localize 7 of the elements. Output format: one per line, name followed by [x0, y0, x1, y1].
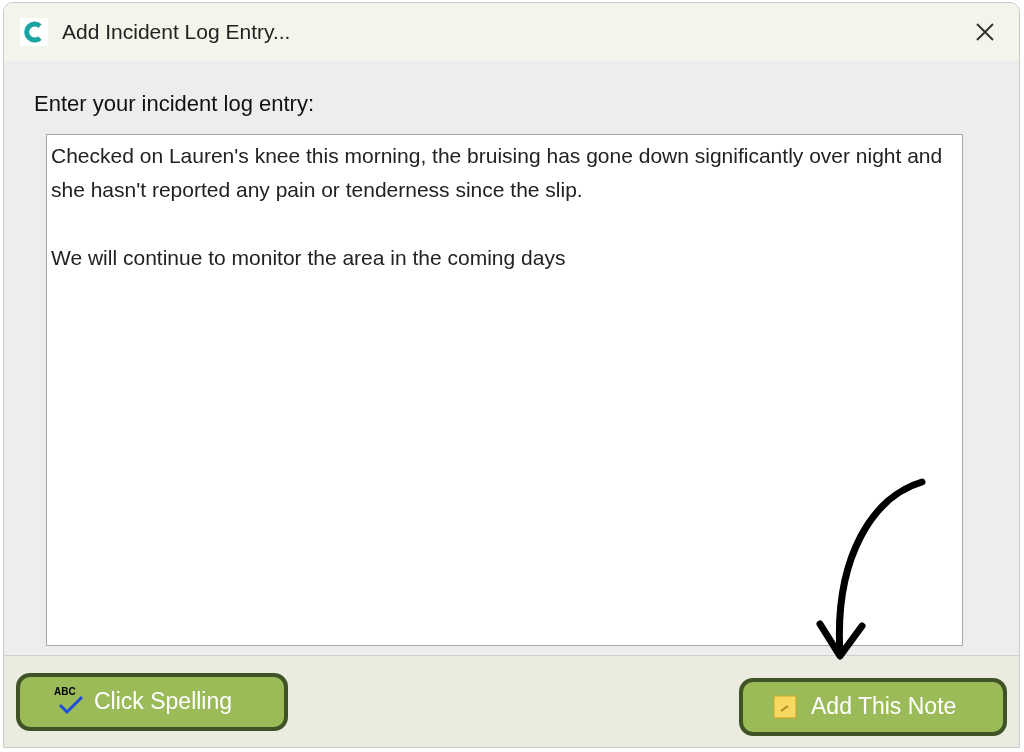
close-icon: [975, 22, 995, 42]
prompt-label: Enter your incident log entry:: [34, 91, 315, 116]
spelling-button[interactable]: ABC Click Spelling: [16, 672, 288, 731]
window-title: Add Incident Log Entry...: [62, 19, 291, 46]
sticky-note-icon: [773, 694, 797, 719]
entry-text-area[interactable]: Checked on Lauren's knee this morning, the bruising has gone down significantly over night and she hasn't reported any pain or tenderness since the slip. We will continue to monitor the area in the coming days: [46, 134, 963, 646]
app-logo-icon: [20, 18, 48, 46]
